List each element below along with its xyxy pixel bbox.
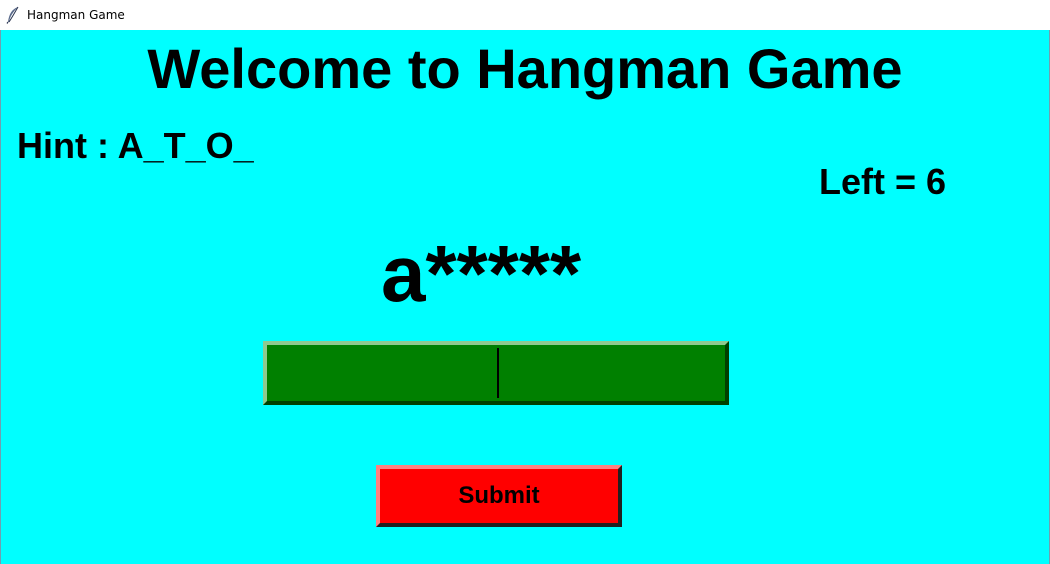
guesses-left-label: Left = 6 [819, 161, 947, 202]
feather-icon [6, 6, 20, 24]
masked-word: a***** [381, 229, 582, 318]
page-title: Welcome to Hangman Game [147, 37, 903, 100]
title-bar: Hangman Game [0, 0, 1050, 30]
submit-button[interactable]: Submit [376, 465, 622, 527]
game-area: Welcome to Hangman Game Hint : A_T_O_ Le… [0, 30, 1050, 564]
guess-input[interactable] [263, 341, 729, 405]
hint-label: Hint : A_T_O_ [17, 125, 254, 166]
window-title: Hangman Game [27, 8, 125, 22]
text-caret [497, 348, 499, 398]
app-window: Hangman Game Welcome to Hangman Game Hin… [0, 0, 1050, 564]
